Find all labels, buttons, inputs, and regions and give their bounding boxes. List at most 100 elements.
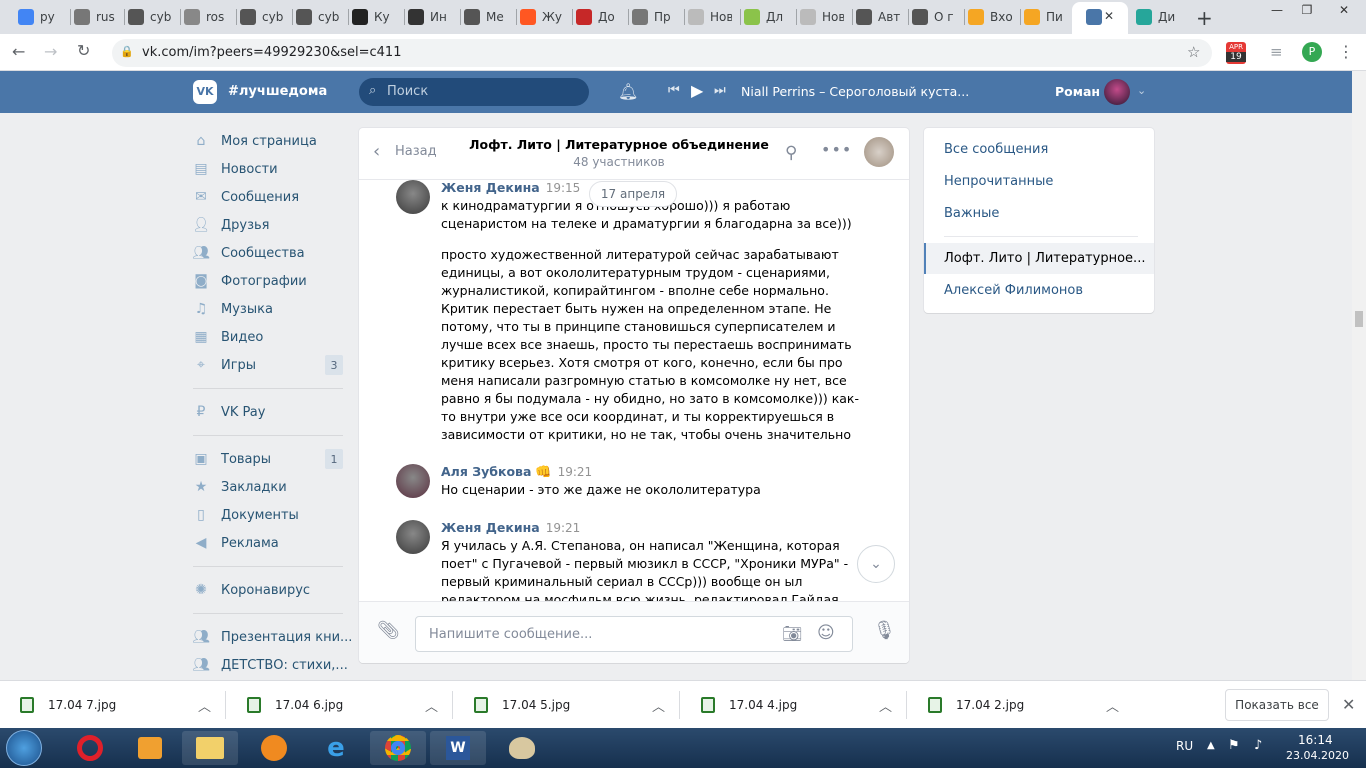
chevron-up-icon[interactable]: ︿ — [198, 696, 211, 715]
nav-item[interactable]: 👥︎ ДЕТСТВО: стихи,... — [192, 654, 348, 676]
user-name[interactable]: Роман — [1055, 84, 1100, 99]
browser-tab[interactable]: Новая — [688, 4, 732, 30]
nav-item[interactable]: ▦ Видео — [193, 326, 263, 348]
browser-tab[interactable]: Пр — [632, 4, 676, 30]
omnibox[interactable]: 🔒 vk.com/im?peers=49929230&sel=c411 ☆ — [112, 39, 1212, 67]
message-time[interactable]: 19:21 — [546, 521, 581, 535]
message-avatar[interactable] — [396, 520, 430, 554]
back-arrow-icon[interactable]: ← — [12, 42, 25, 61]
browser-tab[interactable]: Пи — [1024, 4, 1068, 30]
nav-item[interactable]: ▤ Новости — [193, 158, 277, 180]
message-history[interactable]: Женя Декина19:15к кинодраматургии я отно… — [359, 180, 909, 601]
nav-item[interactable]: ★ Закладки — [193, 476, 287, 498]
tray-expand-icon[interactable]: ▲ — [1207, 740, 1215, 751]
chevron-up-icon[interactable]: ︿ — [1106, 696, 1119, 715]
message-avatar[interactable] — [396, 464, 430, 498]
scroll-down-button[interactable]: ⌄ — [857, 545, 895, 583]
chevron-up-icon[interactable]: ︿ — [652, 696, 665, 715]
download-item[interactable]: 17.04 7.jpg ︿ — [0, 681, 225, 729]
playlist-extension-icon[interactable]: ≡ — [1270, 43, 1283, 61]
message-time[interactable]: 19:21 — [558, 465, 593, 479]
more-options-icon[interactable]: ••• — [821, 140, 852, 159]
minimize-button[interactable]: — — [1262, 0, 1292, 20]
nav-item[interactable]: ◀ Реклама — [193, 532, 279, 554]
filter-important[interactable]: Важные — [944, 206, 999, 221]
previous-track-icon[interactable]: ⏮ — [668, 83, 680, 98]
browser-tab[interactable]: cyb — [296, 4, 340, 30]
play-icon[interactable]: ▶ — [691, 81, 703, 100]
browser-tab[interactable]: До — [576, 4, 620, 30]
back-button[interactable]: Назад — [395, 144, 437, 159]
attachment-icon[interactable]: 📎︎ — [377, 620, 400, 641]
volume-icon[interactable]: ♪ — [1254, 738, 1262, 753]
browser-tab[interactable]: Ин — [408, 4, 452, 30]
nav-item[interactable]: 👤︎ Друзья — [192, 214, 269, 236]
media-player-icon[interactable] — [122, 731, 178, 765]
search-input[interactable]: ⌕ Поиск — [359, 78, 589, 106]
active-chat-item[interactable]: Лофт. Лито | Литературное... — [924, 243, 1154, 274]
notifications-bell-icon[interactable]: 🔔︎ — [618, 82, 638, 101]
explorer-icon[interactable] — [182, 731, 238, 765]
new-tab-button[interactable]: + — [1196, 6, 1213, 30]
download-item[interactable]: 17.04 4.jpg ︿ — [681, 681, 906, 729]
browser-tab[interactable]: cyb — [240, 4, 284, 30]
paint-icon[interactable] — [494, 731, 550, 765]
vk-logo-icon[interactable]: VK — [193, 80, 217, 104]
show-all-downloads-button[interactable]: Показать все — [1225, 689, 1329, 721]
close-tab-icon[interactable]: ✕ — [1104, 9, 1114, 23]
clock-time[interactable]: 16:14 — [1298, 733, 1333, 747]
opera-icon[interactable] — [62, 731, 118, 765]
browser-tab[interactable]: Новая — [800, 4, 844, 30]
browser-tab[interactable]: Ди — [1136, 4, 1180, 30]
nav-item[interactable]: 👥︎ Сообщества — [192, 242, 304, 264]
nav-item[interactable]: 👥︎ Презентация кни... — [192, 626, 352, 648]
profile-avatar[interactable]: P — [1302, 42, 1322, 62]
chat-item-alexey[interactable]: Алексей Филимонов — [944, 283, 1083, 298]
user-avatar[interactable] — [1104, 79, 1130, 105]
close-downloads-icon[interactable]: ✕ — [1342, 695, 1355, 714]
message-author[interactable]: Женя Декина — [441, 520, 540, 535]
nav-item[interactable]: ♫ Музыка — [193, 298, 273, 320]
chat-avatar[interactable] — [864, 137, 894, 167]
internet-explorer-icon[interactable]: e — [308, 731, 364, 765]
microphone-icon[interactable]: 🎙︎ — [873, 620, 896, 641]
close-window-button[interactable]: ✕ — [1326, 0, 1362, 20]
nav-item[interactable]: ▣ Товары — [193, 448, 271, 470]
download-item[interactable]: 17.04 6.jpg ︿ — [227, 681, 452, 729]
next-track-icon[interactable]: ⏭ — [714, 83, 726, 98]
browser-tab[interactable]: Авт — [856, 4, 900, 30]
language-indicator[interactable]: RU — [1176, 739, 1193, 753]
chat-title[interactable]: Лофт. Лито | Литературное объединение — [469, 137, 769, 152]
calendar-extension-icon[interactable]: APR 19 — [1226, 42, 1246, 64]
vk-logo-text[interactable]: #лучшедома — [228, 84, 327, 99]
chevron-down-icon[interactable]: ⌄ — [1137, 84, 1146, 97]
browser-tab[interactable]: cyb — [128, 4, 172, 30]
browser-tab[interactable]: Дл — [744, 4, 788, 30]
filter-all-messages[interactable]: Все сообщения — [944, 142, 1048, 157]
browser-tab[interactable]: ру — [18, 4, 62, 30]
chrome-icon[interactable] — [370, 731, 426, 765]
chat-subtitle[interactable]: 48 участников — [469, 155, 769, 169]
start-button[interactable] — [6, 730, 42, 766]
download-item[interactable]: 17.04 2.jpg ︿ — [908, 681, 1133, 729]
browser-tab[interactable]: Ме — [464, 4, 508, 30]
player-track-title[interactable]: Niall Perrins – Сероголовый куста... — [741, 84, 969, 99]
word-icon[interactable]: W — [430, 731, 486, 765]
download-item[interactable]: 17.04 5.jpg ︿ — [454, 681, 679, 729]
page-scrollbar[interactable] — [1352, 71, 1366, 680]
filter-unread[interactable]: Непрочитанные — [944, 174, 1053, 189]
scrollbar-thumb[interactable] — [1355, 311, 1363, 327]
nav-item[interactable]: ₽ VK Pay — [193, 401, 266, 423]
nav-item[interactable]: ✉ Сообщения — [193, 186, 299, 208]
bookmark-star-icon[interactable]: ☆ — [1187, 43, 1200, 61]
settings-app-icon[interactable] — [246, 731, 302, 765]
chevron-up-icon[interactable]: ︿ — [879, 696, 892, 715]
action-center-icon[interactable]: ⚑ — [1228, 738, 1240, 753]
browser-menu-icon[interactable]: ⋮ — [1338, 42, 1354, 61]
message-input[interactable]: Напишите сообщение... 📷︎ ☺ — [415, 616, 853, 652]
reload-icon[interactable]: ↻ — [77, 41, 90, 60]
nav-item[interactable]: ⌂ Моя страница — [193, 130, 317, 152]
browser-tab[interactable]: О г — [912, 4, 956, 30]
chevron-up-icon[interactable]: ︿ — [425, 696, 438, 715]
nav-item[interactable]: ⌖ Игры — [193, 354, 256, 376]
